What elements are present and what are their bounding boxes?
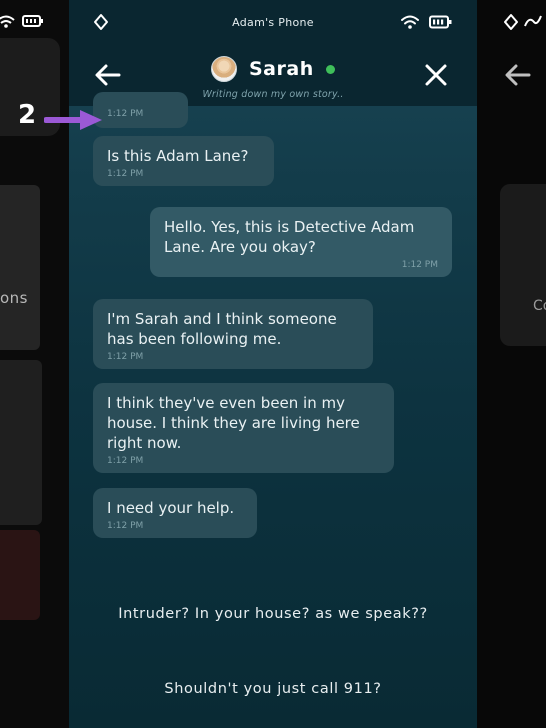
- message-text: I need your help.: [107, 499, 235, 517]
- left-strip: [0, 530, 40, 620]
- message-time: 1:12 PM: [107, 109, 144, 119]
- message-bubble: Is this Adam Lane? 1:12 PM: [93, 136, 274, 186]
- back-button[interactable]: [93, 60, 123, 90]
- right-card: [500, 184, 546, 346]
- annotation-number: 2: [18, 100, 37, 130]
- reply-option-2[interactable]: Shouldn't you just call 911?: [69, 681, 477, 697]
- message-text: Hello. Yes, this is Detective Adam Lane.…: [164, 218, 415, 256]
- message-text: Is this Adam Lane?: [107, 147, 249, 165]
- app-screen: ons Adam's Phone Sarah Writing down my o…: [0, 0, 546, 728]
- left-strip: [0, 360, 42, 525]
- message-bubble: I need your help. 1:12 PM: [93, 488, 257, 538]
- left-strip: [0, 185, 40, 350]
- message-text: I think they've even been in my house. I…: [107, 394, 360, 452]
- online-status-dot: [325, 64, 335, 74]
- status-bar: Adam's Phone: [69, 0, 477, 44]
- signal-icon: [524, 15, 542, 27]
- contact-info[interactable]: Sarah: [211, 56, 335, 82]
- diamond-icon: [504, 14, 518, 30]
- close-button[interactable]: [421, 60, 451, 90]
- battery-icon: [429, 15, 452, 29]
- annotation-arrow-icon: [44, 110, 102, 130]
- reply-option-1[interactable]: Intruder? In your house? as we speak??: [69, 606, 477, 622]
- message-time: 1:12 PM: [107, 169, 144, 179]
- message-list[interactable]: 1:12 PM Is this Adam Lane? 1:12 PM Hello…: [69, 92, 477, 566]
- message-bubble: I think they've even been in my house. I…: [93, 383, 394, 473]
- message-bubble: 1:12 PM: [93, 92, 188, 128]
- left-status-bar: [0, 12, 69, 32]
- message-time: 1:12 PM: [401, 260, 438, 270]
- message-time: 1:12 PM: [107, 352, 144, 362]
- back-arrow-icon: [95, 64, 121, 86]
- message-bubble-sent: Hello. Yes, this is Detective Adam Lane.…: [150, 207, 452, 277]
- message-text: I'm Sarah and I think someone has been f…: [107, 310, 337, 348]
- right-panel-text: Co: [533, 298, 546, 314]
- wifi-icon: [401, 15, 419, 29]
- chat-screen: Adam's Phone Sarah Writing down my own s…: [69, 0, 477, 728]
- contact-name: Sarah: [249, 58, 314, 80]
- back-arrow-icon: [505, 64, 531, 86]
- message-bubble: I'm Sarah and I think someone has been f…: [93, 299, 373, 369]
- left-panel-text: ons: [0, 289, 28, 307]
- battery-icon: [22, 15, 43, 27]
- next-screen-panel: Co: [477, 0, 546, 728]
- message-time: 1:12 PM: [107, 521, 144, 531]
- avatar: [211, 56, 237, 82]
- close-icon: [425, 64, 447, 86]
- message-time: 1:12 PM: [107, 456, 144, 466]
